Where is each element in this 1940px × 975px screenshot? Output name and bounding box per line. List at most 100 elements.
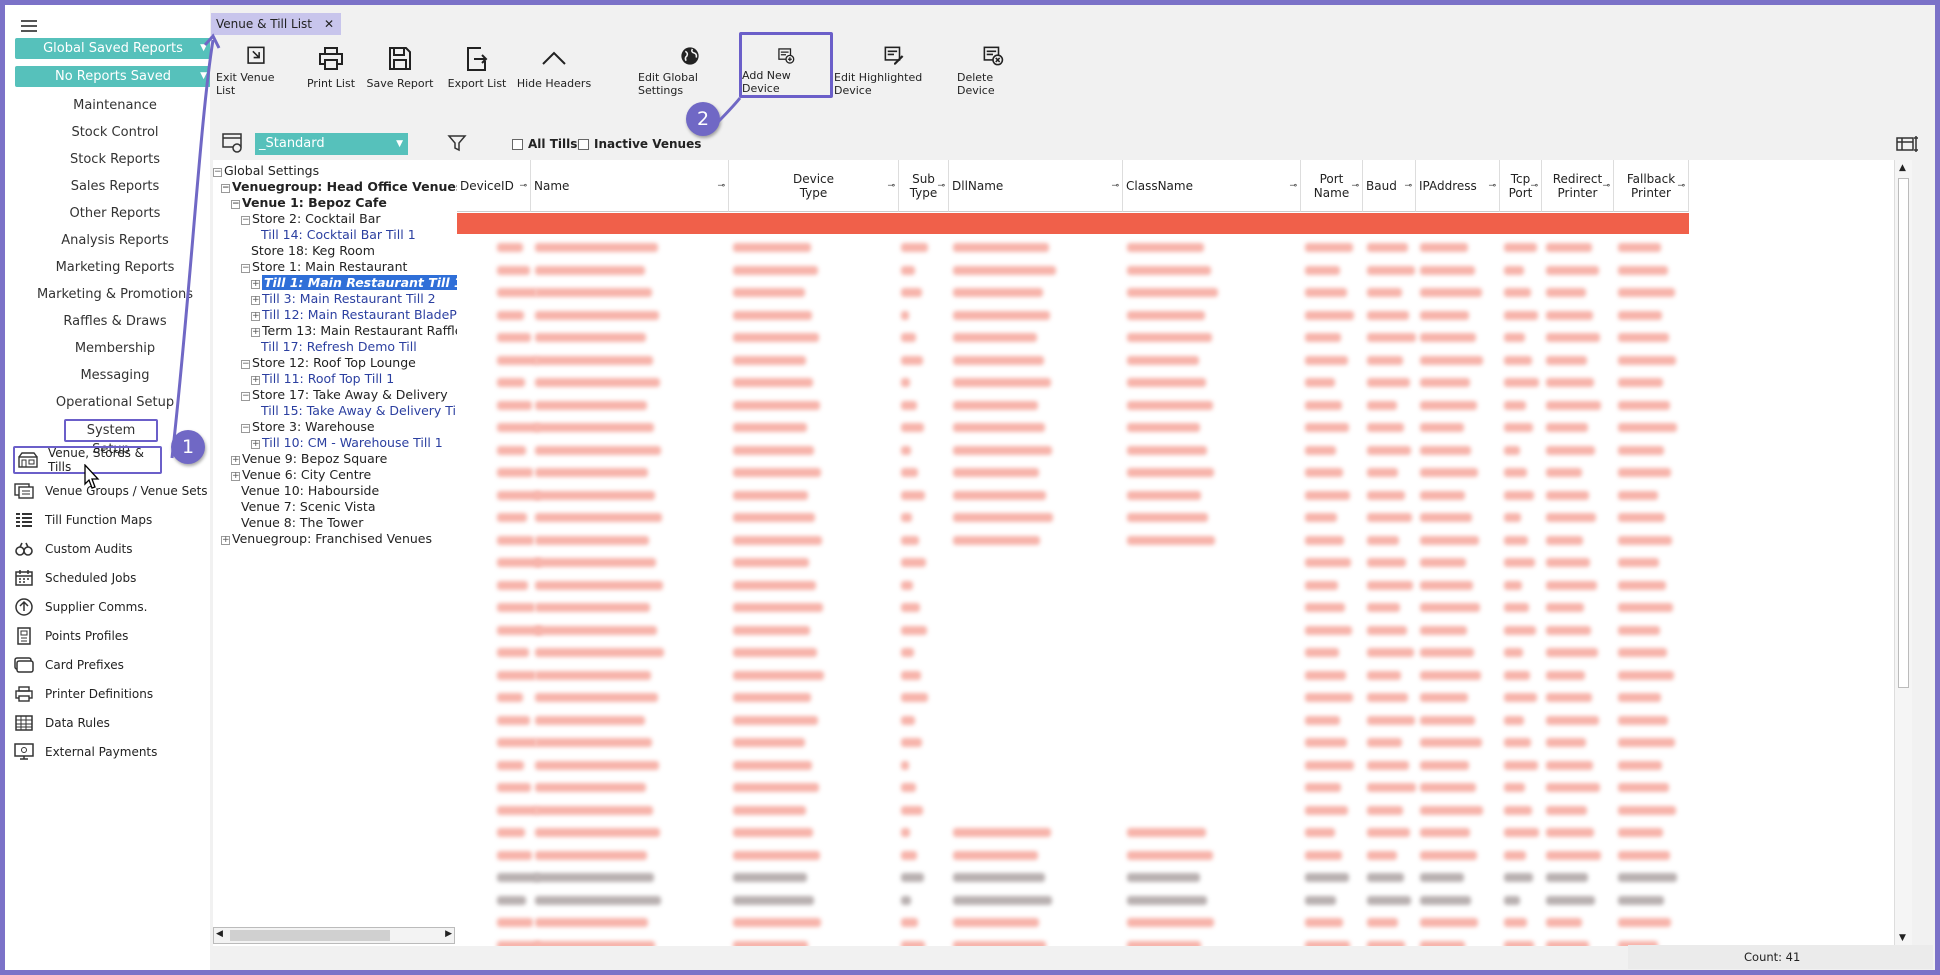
column-header-ipaddress[interactable]: IPAddress ⊸ xyxy=(1416,160,1500,212)
menu-messaging[interactable]: Messaging xyxy=(15,368,215,383)
pin-icon[interactable]: ⊸ xyxy=(937,181,945,191)
pin-icon[interactable]: ⊸ xyxy=(1677,181,1685,191)
collapse-icon[interactable]: − xyxy=(241,360,250,369)
scroll-thumb[interactable] xyxy=(230,930,390,941)
close-icon[interactable]: ✕ xyxy=(324,13,334,35)
expand-icon[interactable]: + xyxy=(231,456,240,465)
sidebar-item-scheduled-jobs[interactable]: Scheduled Jobs xyxy=(13,566,136,590)
inactive-venues-checkbox[interactable] xyxy=(578,139,589,150)
column-header-port-name[interactable]: Port Name ⊸ xyxy=(1301,160,1363,212)
menu-sales-reports[interactable]: Sales Reports xyxy=(15,179,215,194)
menu-operational-setup[interactable]: Operational Setup xyxy=(15,395,215,410)
scroll-left-icon[interactable]: ◀ xyxy=(216,929,223,939)
expand-icon[interactable]: + xyxy=(251,312,260,321)
column-header-baud[interactable]: Baud ⊸ xyxy=(1363,160,1416,212)
pin-icon[interactable]: ⊸ xyxy=(1530,181,1538,191)
tree-node[interactable]: − Venuegroup: Head Office Venues xyxy=(221,179,457,195)
sidebar-item-printer-definitions[interactable]: Printer Definitions xyxy=(13,682,153,706)
scroll-down-icon[interactable]: ▼ xyxy=(1899,933,1906,943)
menu-raffles-draws[interactable]: Raffles & Draws xyxy=(15,314,215,329)
venue-tree[interactable]: − Global Settings − Venuegroup: Head Offic… xyxy=(213,160,457,946)
filter-icon[interactable] xyxy=(447,133,467,157)
column-header-tcp-port[interactable]: Tcp Port ⊸ xyxy=(1500,160,1542,212)
tree-node[interactable]: − Global Settings xyxy=(213,163,319,179)
save-report-button[interactable]: Save Report xyxy=(365,45,435,97)
print-list-button[interactable]: Print List xyxy=(303,45,359,97)
pin-icon[interactable]: ⊸ xyxy=(1111,181,1119,191)
all-tills-checkbox[interactable] xyxy=(512,139,523,150)
tree-node[interactable]: − Store 1: Main Restaurant xyxy=(241,259,407,275)
sidebar-item-supplier-comms[interactable]: Supplier Comms. xyxy=(13,595,147,619)
sidebar-item-external-payments[interactable]: External Payments xyxy=(13,740,157,764)
tree-node[interactable]: − Store 2: Cocktail Bar xyxy=(241,211,381,227)
expand-icon[interactable]: + xyxy=(231,472,240,481)
sidebar-item-data-rules[interactable]: Data Rules xyxy=(13,711,110,735)
menu-marketing-reports[interactable]: Marketing Reports xyxy=(15,260,215,275)
pin-icon[interactable]: ⊸ xyxy=(1351,181,1359,191)
menu-analysis-reports[interactable]: Analysis Reports xyxy=(15,233,215,248)
column-header-device-type[interactable]: Device Type ⊸ xyxy=(729,160,899,212)
column-header-sub-type[interactable]: Sub Type ⊸ xyxy=(899,160,949,212)
device-grid[interactable]: DeviceID ⊸ Name ⊸ Device Type ⊸ Sub Type ⊸ Dll… xyxy=(457,160,1912,946)
pin-icon[interactable]: ⊸ xyxy=(519,181,527,191)
edit-highlighted-device-button[interactable]: Edit Highlighted Device xyxy=(834,45,954,97)
menu-system-setup[interactable]: System Setup xyxy=(64,419,158,457)
pin-icon[interactable]: ⊸ xyxy=(1488,181,1496,191)
sidebar-item-till-function-maps[interactable]: Till Function Maps xyxy=(13,508,152,532)
tree-node[interactable]: Till 15: Take Away & Delivery Till xyxy=(261,403,457,419)
tree-node[interactable]: + Till 3: Main Restaurant Till 2 xyxy=(251,291,436,307)
expand-icon[interactable]: + xyxy=(221,536,230,545)
exit-venue-list-button[interactable]: Exit Venue List xyxy=(216,45,296,97)
sidebar-item-card-prefixes[interactable]: Card Prefixes xyxy=(13,653,124,677)
scroll-up-icon[interactable]: ▲ xyxy=(1899,163,1906,173)
global-saved-reports-dropdown[interactable]: Global Saved Reports ▼ xyxy=(15,38,211,59)
grid-vertical-scrollbar[interactable]: ▲ ▼ xyxy=(1894,160,1912,946)
menu-marketing-promotions[interactable]: Marketing & Promotions xyxy=(15,287,215,302)
tree-node-selected[interactable]: + Till 1: Main Restaurant Till 1 xyxy=(251,275,457,291)
tree-node[interactable]: Till 17: Refresh Demo Till xyxy=(261,339,417,355)
scroll-right-icon[interactable]: ▶ xyxy=(445,929,452,939)
tree-node[interactable]: + Till 12: Main Restaurant BladePay xyxy=(251,307,457,323)
edit-global-settings-button[interactable]: Edit Global Settings xyxy=(638,45,742,97)
layout-icon[interactable] xyxy=(222,133,244,157)
column-header-fallback-printer[interactable]: Fallback Printer ⊸ xyxy=(1614,160,1689,212)
menu-icon[interactable] xyxy=(18,17,40,35)
column-header-classname[interactable]: ClassName ⊸ xyxy=(1123,160,1301,212)
expand-icon[interactable]: + xyxy=(251,328,260,337)
scroll-thumb[interactable] xyxy=(1898,178,1909,688)
collapse-icon[interactable]: − xyxy=(221,184,230,193)
tree-horizontal-scrollbar[interactable]: ◀ ▶ xyxy=(213,927,455,944)
pin-icon[interactable]: ⊸ xyxy=(887,181,895,191)
sidebar-item-custom-audits[interactable]: Custom Audits xyxy=(13,537,133,561)
menu-membership[interactable]: Membership xyxy=(15,341,215,356)
tab-venue-till-list[interactable]: Venue & Till List ✕ xyxy=(211,13,341,35)
tree-node[interactable]: Till 14: Cocktail Bar Till 1 xyxy=(261,227,416,243)
menu-maintenance[interactable]: Maintenance xyxy=(15,98,215,113)
column-header-deviceid[interactable]: DeviceID ⊸ xyxy=(457,160,531,212)
expand-icon[interactable]: + xyxy=(251,280,260,289)
pin-icon[interactable]: ⊸ xyxy=(1289,181,1297,191)
layout-select[interactable]: _Standard ▼ xyxy=(255,133,408,155)
export-list-button[interactable]: Export List xyxy=(444,45,510,97)
tree-node[interactable]: + Venuegroup: Franchised Venues xyxy=(221,531,432,547)
pin-icon[interactable]: ⊸ xyxy=(1404,181,1412,191)
expand-icon[interactable]: + xyxy=(251,376,260,385)
column-chooser-icon[interactable] xyxy=(1896,134,1920,158)
delete-device-button[interactable]: Delete Device xyxy=(957,45,1029,97)
collapse-icon[interactable]: − xyxy=(241,264,250,273)
menu-other-reports[interactable]: Other Reports xyxy=(15,206,215,221)
tree-node[interactable]: + Till 11: Roof Top Till 1 xyxy=(251,371,394,387)
collapse-icon[interactable]: − xyxy=(241,216,250,225)
tree-node[interactable]: − Store 3: Warehouse xyxy=(241,419,375,435)
tree-node[interactable]: − Store 12: Roof Top Lounge xyxy=(241,355,416,371)
add-new-device-button[interactable]: Add New Device xyxy=(739,32,833,98)
tree-node[interactable]: − Venue 1: Bepoz Cafe xyxy=(231,195,387,211)
pin-icon[interactable]: ⊸ xyxy=(1602,181,1610,191)
tree-node[interactable]: Venue 7: Scenic Vista xyxy=(241,499,375,515)
sidebar-item-venue-groups[interactable]: Venue Groups / Venue Sets xyxy=(13,479,208,503)
hide-headers-button[interactable]: Hide Headers xyxy=(516,45,592,97)
column-header-redirect-printer[interactable]: Redirect Printer ⊸ xyxy=(1542,160,1614,212)
tree-node[interactable]: Venue 10: Habourside xyxy=(241,483,379,499)
menu-stock-control[interactable]: Stock Control xyxy=(15,125,215,140)
tree-node[interactable]: Venue 8: The Tower xyxy=(241,515,363,531)
